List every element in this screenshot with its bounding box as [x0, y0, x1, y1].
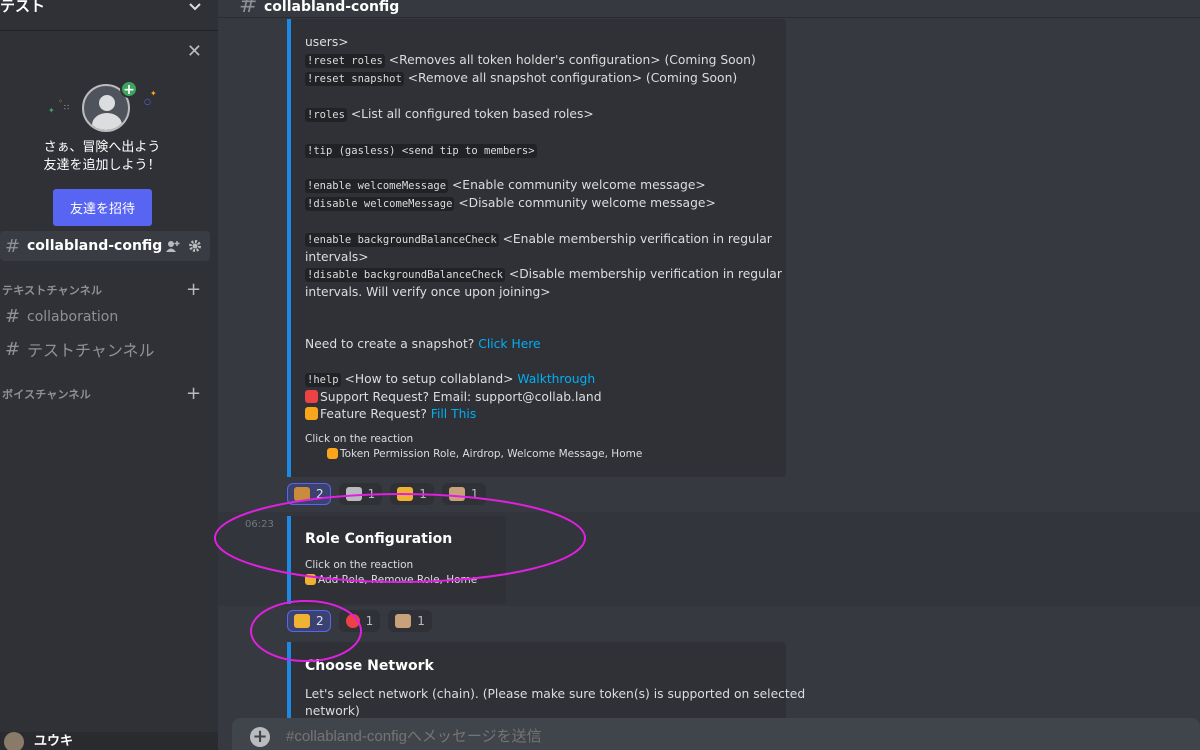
invite-friends-button[interactable]: 友達を招待	[53, 189, 152, 226]
message-timestamp: 06:23	[245, 519, 274, 530]
reaction-remove[interactable]: 1	[338, 610, 381, 632]
hash-icon: #	[5, 235, 21, 257]
server-name: テスト	[0, 0, 46, 15]
embed-title: Role Configuration	[305, 531, 453, 547]
embed-line: Support Request? Email: support@collab.l…	[305, 390, 602, 404]
embed-line: Token Permission Role, Airdrop, Welcome …	[327, 448, 642, 460]
embed-title: Choose Network	[305, 658, 434, 674]
sidebar-channel-test[interactable]: # テストチャンネル	[0, 337, 155, 361]
thumbs-up-icon	[305, 574, 316, 585]
add-attachment-icon[interactable]: +	[250, 727, 270, 747]
channel-header: # collabland-config	[218, 0, 1200, 18]
chevron-down-icon	[189, 3, 201, 11]
lock-icon	[294, 487, 310, 501]
lock-icon	[327, 448, 338, 459]
add-member-icon[interactable]	[166, 239, 180, 253]
cloud-rain-icon	[345, 487, 362, 501]
avatar: +	[82, 80, 138, 134]
bot-embed-role-config: Role Configuration Click on the reaction…	[287, 516, 506, 604]
reaction-thumbs-up[interactable]: 2	[287, 610, 331, 632]
embed-line: !help <How to setup collabland> Walkthro…	[305, 372, 596, 387]
sparkle-icon: ◦	[58, 97, 63, 106]
walkthrough-link[interactable]: Walkthrough	[517, 372, 595, 386]
raised-hand-icon	[305, 407, 318, 420]
reaction-bar: 2 1 1	[287, 610, 432, 632]
user-name: ユウキ	[34, 734, 74, 749]
channel-sidebar: テスト ✕ ✦ ◦ ∷ ○ ✦ + さぁ、冒険へ出よう 友達を追加しよう！ 友達…	[0, 0, 218, 750]
hash-icon: #	[5, 338, 21, 360]
channel-title: collabland-config	[264, 0, 400, 15]
invite-card: ✕ ✦ ◦ ∷ ○ ✦ + さぁ、冒険へ出よう 友達を追加しよう！ 友達を招待	[0, 31, 218, 226]
embed-line: Feature Request? Fill This	[305, 407, 476, 421]
home-icon	[448, 487, 465, 501]
hash-icon: #	[5, 306, 21, 327]
reaction-home[interactable]: 1	[441, 483, 486, 505]
bot-embed-commands: users> !reset roles <Removes all token h…	[287, 19, 786, 477]
embed-line: !disable backgroundBalanceCheck <Disable…	[305, 267, 782, 282]
siren-icon	[305, 390, 318, 403]
sparkle-icon: ∷	[64, 103, 70, 112]
reaction-bar: 2 1 1 1	[287, 483, 486, 505]
sparkle-icon: ✦	[48, 106, 55, 115]
gear-icon[interactable]	[188, 239, 202, 253]
chat-area: # collabland-config users> !reset roles …	[214, 0, 1200, 750]
invite-text: さぁ、冒険へ出よう 友達を追加しよう！	[43, 140, 161, 173]
add-channel-icon[interactable]: +	[186, 279, 201, 300]
embed-line: !roles <List all configured token based …	[305, 107, 594, 122]
message-input[interactable]	[286, 728, 1086, 745]
message-composer: +	[232, 718, 1200, 750]
embed-line: !enable backgroundBalanceCheck <Enable m…	[305, 232, 772, 247]
category-text-channels[interactable]: テキストチャンネル	[2, 282, 102, 298]
reaction-home[interactable]: 1	[388, 610, 432, 632]
reaction-lock[interactable]: 2	[287, 483, 331, 505]
hash-icon: #	[239, 0, 258, 18]
add-channel-icon[interactable]: +	[186, 383, 201, 404]
avatar[interactable]	[4, 732, 24, 750]
reaction-airdrop[interactable]: 1	[338, 483, 383, 505]
thumbs-up-icon	[294, 614, 310, 628]
category-voice-channels[interactable]: ボイスチャンネル	[2, 386, 91, 402]
embed-line: !reset roles <Removes all token holder's…	[305, 53, 756, 68]
snapshot-link[interactable]: Click Here	[478, 337, 540, 351]
embed-line: !enable welcomeMessage <Enable community…	[305, 178, 706, 193]
server-header[interactable]: テスト	[0, 0, 218, 31]
reaction-welcome[interactable]: 1	[390, 483, 434, 505]
embed-line: !reset snapshot <Remove all snapshot con…	[305, 71, 738, 86]
embed-line: Need to create a snapshot? Click Here	[305, 337, 541, 351]
tag-icon	[397, 487, 414, 501]
red-circle-icon	[345, 614, 360, 628]
embed-line: Add Role, Remove Role, Home	[305, 574, 477, 586]
sparkle-icon: ✦	[150, 89, 157, 98]
embed-line: !tip (gasless) <send tip to members>	[305, 144, 537, 158]
close-icon[interactable]: ✕	[187, 43, 202, 61]
fill-this-link[interactable]: Fill This	[431, 407, 476, 421]
sidebar-channel-collabland-config[interactable]: # collabland-config	[0, 231, 210, 261]
user-panel: ユウキ	[0, 732, 218, 750]
sparkle-icon: ○	[144, 97, 151, 106]
embed-line: !disable welcomeMessage <Disable communi…	[305, 196, 716, 211]
sidebar-channel-collaboration[interactable]: # collaboration	[0, 306, 118, 327]
add-friend-icon: +	[120, 80, 138, 98]
home-icon	[395, 614, 412, 628]
